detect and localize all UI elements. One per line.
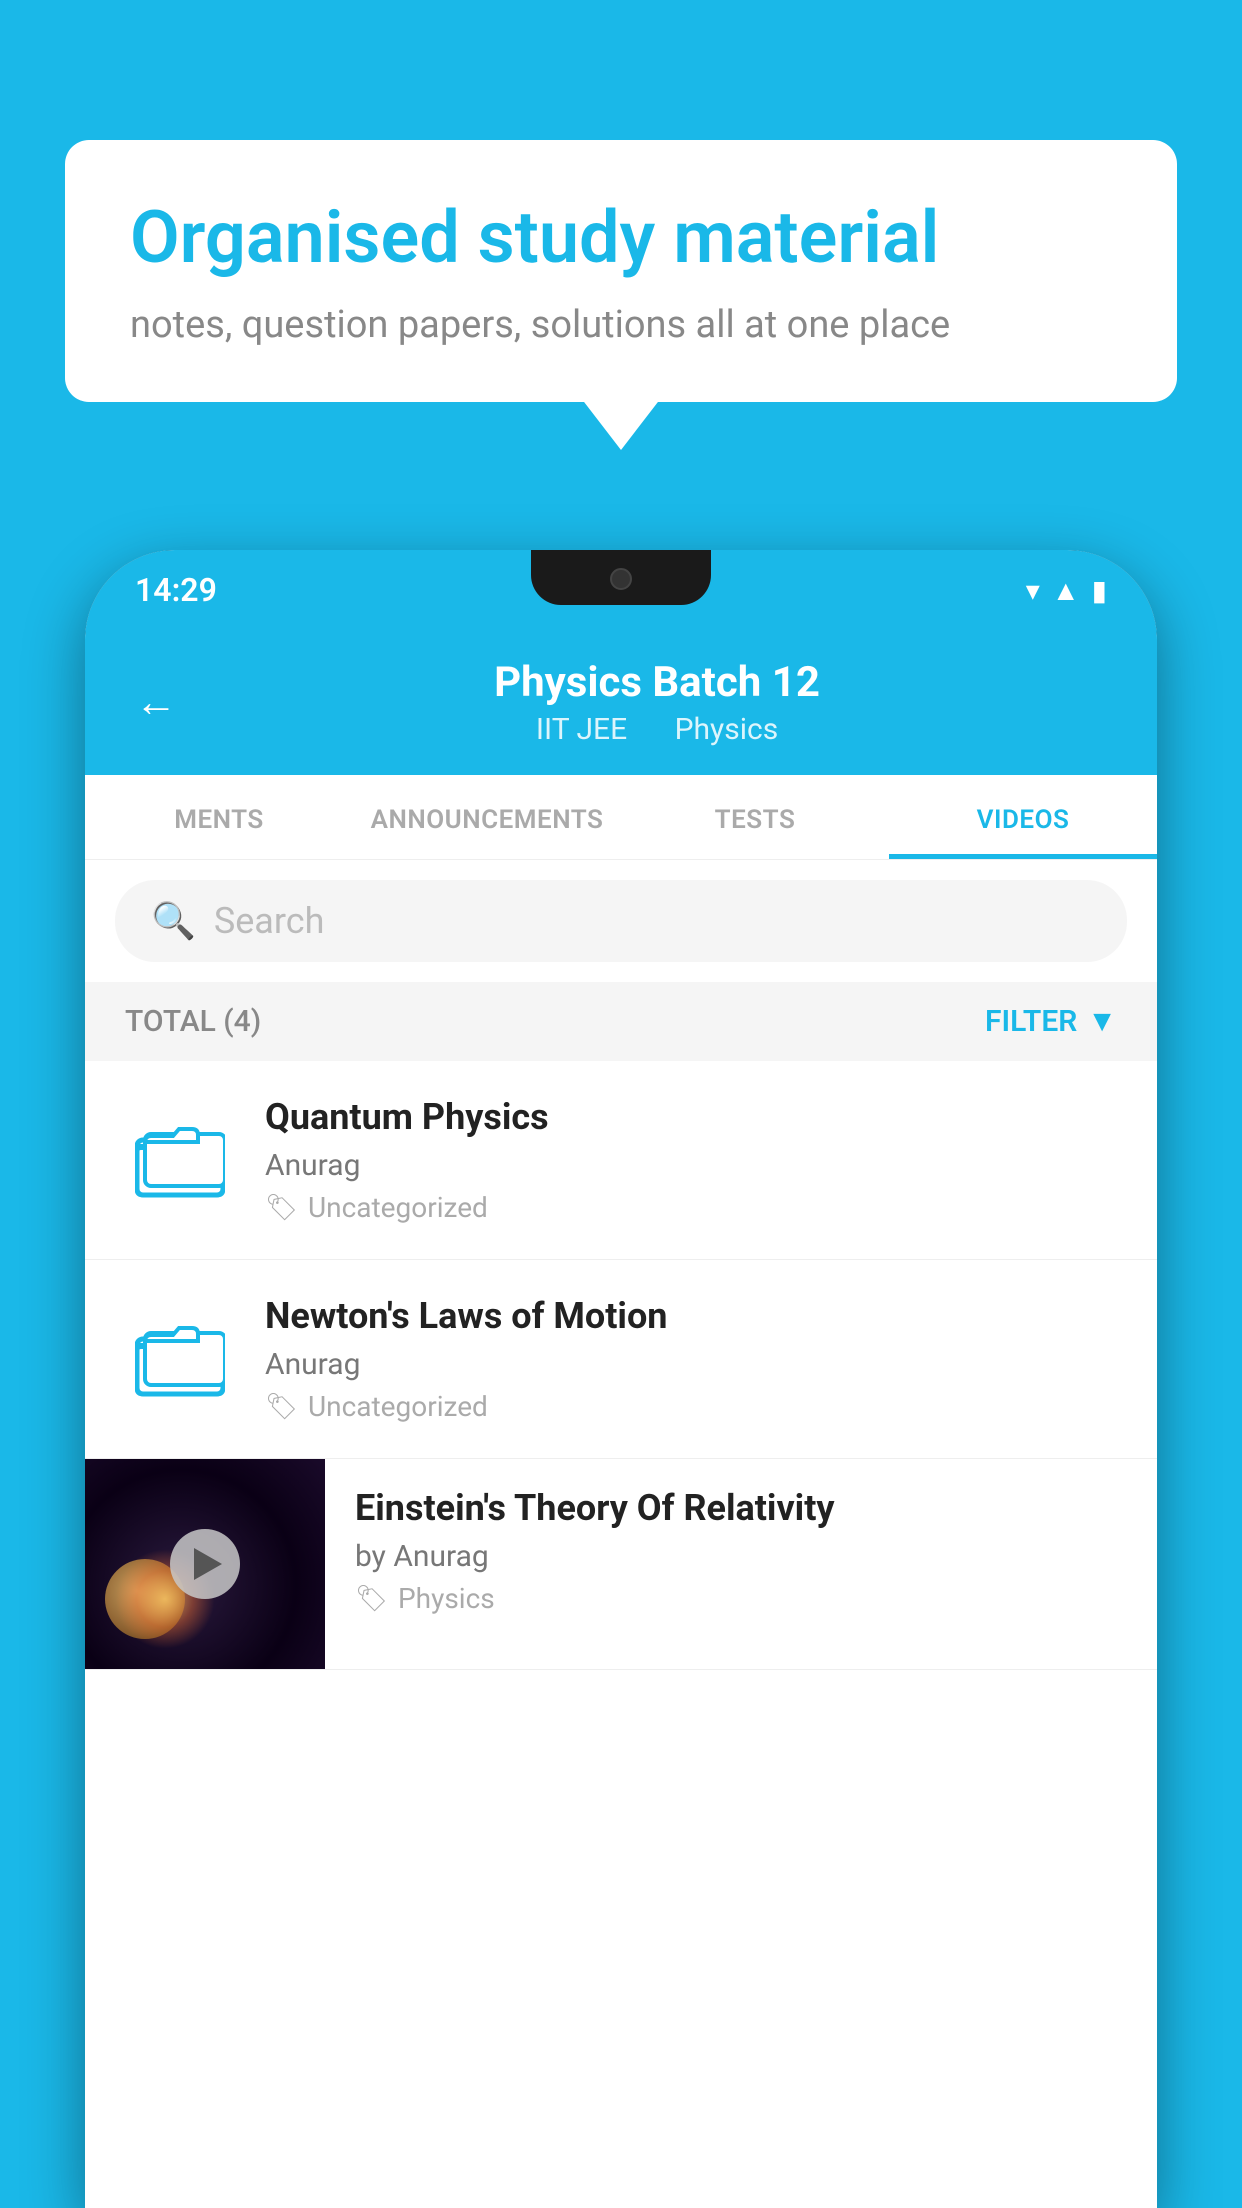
notch bbox=[531, 550, 711, 605]
play-button[interactable] bbox=[170, 1529, 240, 1599]
video-tag: 🏷 Uncategorized bbox=[265, 1191, 1117, 1224]
tag-icon: 🏷 bbox=[265, 1392, 298, 1422]
subtitle-iitjee: IIT JEE bbox=[536, 712, 627, 747]
status-time: 14:29 bbox=[135, 571, 217, 609]
speech-bubble: Organised study material notes, question… bbox=[65, 140, 1177, 402]
signal-icon: ▲ bbox=[1052, 574, 1080, 607]
status-icons: ▾ ▲ ▮ bbox=[1026, 574, 1107, 607]
video-info: Quantum Physics Anurag 🏷 Uncategorized bbox=[265, 1096, 1117, 1224]
video-title: Newton's Laws of Motion bbox=[265, 1295, 1117, 1337]
tab-videos[interactable]: VIDEOS bbox=[889, 775, 1157, 859]
battery-icon: ▮ bbox=[1092, 574, 1107, 607]
tag-label: Uncategorized bbox=[308, 1191, 488, 1224]
video-author: Anurag bbox=[265, 1148, 1117, 1183]
tag-label: Physics bbox=[398, 1582, 495, 1615]
bubble-subtitle: notes, question papers, solutions all at… bbox=[130, 303, 1112, 347]
filter-button[interactable]: FILTER ▼ bbox=[985, 1004, 1117, 1039]
search-bar[interactable]: 🔍 Search bbox=[115, 880, 1127, 962]
video-tag: 🏷 Uncategorized bbox=[265, 1390, 1117, 1423]
status-bar: 14:29 ▾ ▲ ▮ bbox=[85, 550, 1157, 630]
bubble-title: Organised study material bbox=[130, 195, 1112, 281]
tag-icon: 🏷 bbox=[355, 1584, 388, 1614]
video-title: Einstein's Theory Of Relativity bbox=[355, 1487, 1127, 1529]
video-author: Anurag bbox=[265, 1347, 1117, 1382]
filter-label: FILTER bbox=[985, 1004, 1077, 1039]
video-title: Quantum Physics bbox=[265, 1096, 1117, 1138]
tag-icon: 🏷 bbox=[265, 1193, 298, 1223]
video-info: Newton's Laws of Motion Anurag 🏷 Uncateg… bbox=[265, 1295, 1117, 1423]
video-author: by Anurag bbox=[355, 1539, 1127, 1574]
back-button[interactable]: ← bbox=[135, 678, 177, 727]
header-subtitle: IIT JEE Physics bbox=[207, 712, 1107, 747]
tabs-bar: MENTS ANNOUNCEMENTS TESTS VIDEOS bbox=[85, 775, 1157, 860]
tag-label: Uncategorized bbox=[308, 1390, 488, 1423]
header-title-group: Physics Batch 12 IIT JEE Physics bbox=[207, 658, 1107, 747]
folder-icon bbox=[135, 1319, 225, 1399]
play-icon bbox=[194, 1548, 222, 1580]
content-area: Quantum Physics Anurag 🏷 Uncategorized bbox=[85, 1061, 1157, 2208]
tab-announcements[interactable]: ANNOUNCEMENTS bbox=[353, 775, 621, 859]
video-info: Einstein's Theory Of Relativity by Anura… bbox=[325, 1459, 1157, 1643]
filter-icon: ▼ bbox=[1087, 1004, 1117, 1039]
video-tag: 🏷 Physics bbox=[355, 1582, 1127, 1615]
folder-icon bbox=[135, 1120, 225, 1200]
subtitle-physics: Physics bbox=[675, 712, 779, 747]
folder-thumbnail bbox=[125, 1304, 235, 1414]
header-title: Physics Batch 12 bbox=[207, 658, 1107, 707]
search-icon: 🔍 bbox=[151, 900, 196, 942]
wifi-icon: ▾ bbox=[1026, 574, 1040, 607]
list-item[interactable]: Quantum Physics Anurag 🏷 Uncategorized bbox=[85, 1061, 1157, 1260]
filter-bar: TOTAL (4) FILTER ▼ bbox=[85, 982, 1157, 1061]
video-image-thumbnail bbox=[85, 1459, 325, 1669]
list-item[interactable]: Newton's Laws of Motion Anurag 🏷 Uncateg… bbox=[85, 1260, 1157, 1459]
app-header: ← Physics Batch 12 IIT JEE Physics bbox=[85, 630, 1157, 775]
phone-screen: 14:29 ▾ ▲ ▮ ← Physics Batch 12 IIT JEE P… bbox=[85, 550, 1157, 2208]
list-item[interactable]: Einstein's Theory Of Relativity by Anura… bbox=[85, 1459, 1157, 1670]
phone-frame: 14:29 ▾ ▲ ▮ ← Physics Batch 12 IIT JEE P… bbox=[85, 550, 1157, 2208]
total-count: TOTAL (4) bbox=[125, 1004, 261, 1039]
tab-tests[interactable]: TESTS bbox=[621, 775, 889, 859]
tab-ments[interactable]: MENTS bbox=[85, 775, 353, 859]
search-bar-container: 🔍 Search bbox=[85, 860, 1157, 982]
folder-thumbnail bbox=[125, 1105, 235, 1215]
speech-bubble-container: Organised study material notes, question… bbox=[65, 140, 1177, 402]
search-placeholder: Search bbox=[214, 900, 325, 942]
camera-icon bbox=[610, 568, 632, 590]
